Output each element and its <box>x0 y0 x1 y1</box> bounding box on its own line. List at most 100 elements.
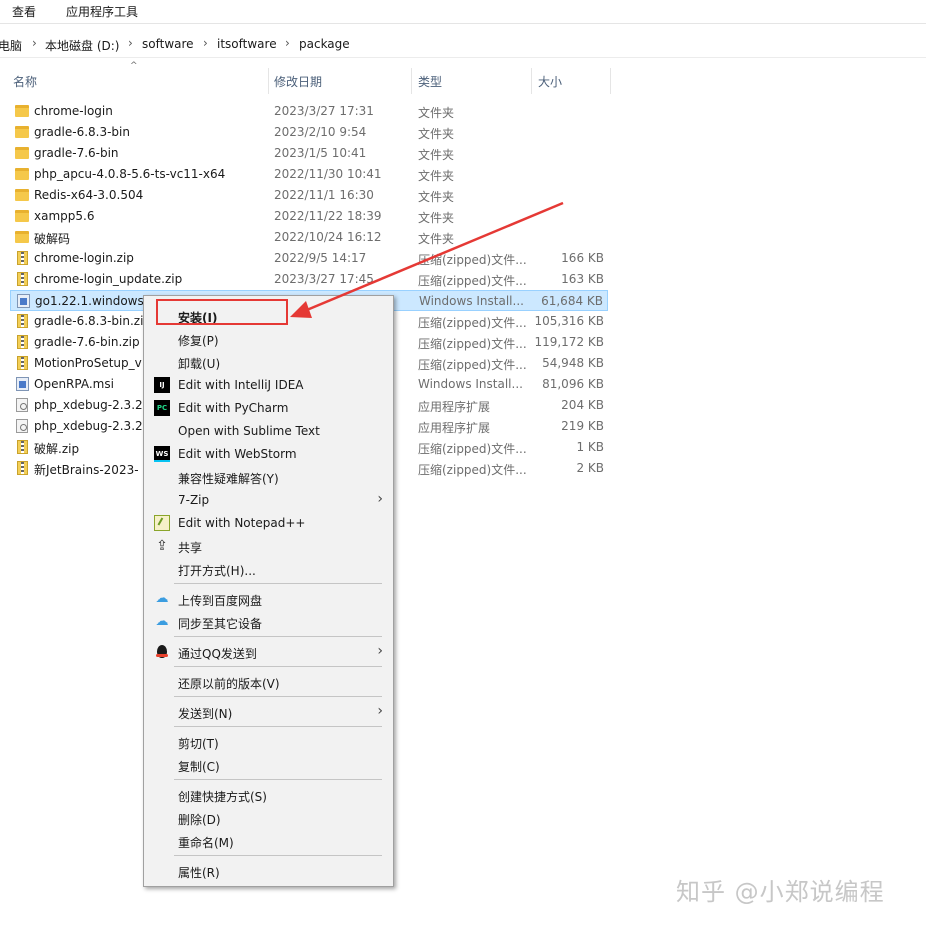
column-divider[interactable] <box>268 68 269 94</box>
file-name: OpenRPA.msi <box>34 377 114 391</box>
column-header-type[interactable]: 类型 <box>418 73 442 90</box>
menu-item-label: 还原以前的版本(V) <box>178 677 280 691</box>
watermark: 知乎 @小郑说编程 <box>676 878 885 906</box>
column-divider[interactable] <box>610 68 611 94</box>
menu-item-label: 删除(D) <box>178 813 221 827</box>
zip-icon <box>17 272 28 286</box>
file-size: 1 KB <box>576 440 604 454</box>
menu-item-edit-intellij[interactable]: IJ Edit with IntelliJ IDEA <box>144 374 393 396</box>
menu-item-upload-baidu[interactable]: ☁ 上传到百度网盘 <box>144 588 393 610</box>
file-date: 2022/11/22 18:39 <box>274 209 382 223</box>
menu-item-open-sublime[interactable]: Open with Sublime Text <box>144 420 393 442</box>
file-row[interactable]: gradle-7.6-bin 2023/1/5 10:41 文件夹 <box>10 143 608 164</box>
folder-icon <box>15 105 29 117</box>
folder-icon <box>15 189 29 201</box>
menu-separator <box>174 855 382 856</box>
file-date: 2023/3/27 17:45 <box>274 272 374 286</box>
file-name: gradle-6.8.3-bin <box>34 125 130 139</box>
breadcrumb-item-drive[interactable]: 本地磁盘 (D:) <box>45 37 119 54</box>
breadcrumb-item-software[interactable]: software <box>142 37 194 51</box>
file-type: 压缩(zipped)文件... <box>418 337 527 351</box>
column-header-name[interactable]: 名称 <box>13 73 37 90</box>
file-name: chrome-login <box>34 104 113 118</box>
menu-item-send-to[interactable]: 发送到(N) › <box>144 701 393 723</box>
file-row[interactable]: 破解码 2022/10/24 16:12 文件夹 <box>10 227 608 248</box>
chevron-right-icon[interactable]: › <box>32 36 37 50</box>
qq-icon <box>154 644 170 660</box>
file-name: Redis-x64-3.0.504 <box>34 188 144 202</box>
menu-item-label: 修复(P) <box>178 334 219 348</box>
menu-item-notepadpp[interactable]: Edit with Notepad++ <box>144 512 393 534</box>
column-divider[interactable] <box>531 68 532 94</box>
menu-item-open-with[interactable]: 打开方式(H)... <box>144 558 393 580</box>
menu-item-7zip[interactable]: 7-Zip › <box>144 489 393 511</box>
menu-item-edit-pycharm[interactable]: PC Edit with PyCharm <box>144 397 393 419</box>
file-date: 2022/11/30 10:41 <box>274 167 382 181</box>
file-row[interactable]: chrome-login 2023/3/27 17:31 文件夹 <box>10 101 608 122</box>
menu-item-compatibility[interactable]: 兼容性疑难解答(Y) <box>144 466 393 488</box>
file-name: gradle-7.6-bin.zip <box>34 335 140 349</box>
file-size: 166 KB <box>561 251 604 265</box>
menu-item-label: 卸载(U) <box>178 357 221 371</box>
menu-item-label: 属性(R) <box>178 866 220 880</box>
menu-item-sync-devices[interactable]: ☁ 同步至其它设备 <box>144 611 393 633</box>
file-row[interactable]: chrome-login_update.zip 2023/3/27 17:45 压缩… <box>10 269 608 290</box>
file-size: 219 KB <box>561 419 604 433</box>
file-date: 2022/10/24 16:12 <box>274 230 382 244</box>
ribbon-tab-app-tools[interactable]: 应用程序工具 <box>66 3 138 20</box>
file-type: 文件夹 <box>418 190 455 204</box>
context-menu: 安装(I) 修复(P) 卸载(U) IJ Edit with IntelliJ I… <box>143 295 394 887</box>
menu-item-copy[interactable]: 复制(C) <box>144 754 393 776</box>
sort-ascending-icon: ^ <box>130 61 138 71</box>
menu-item-label: Edit with IntelliJ IDEA <box>178 378 304 392</box>
menu-item-create-shortcut[interactable]: 创建快捷方式(S) <box>144 784 393 806</box>
menu-item-repair[interactable]: 修复(P) <box>144 328 393 350</box>
breadcrumb-item-package[interactable]: package <box>299 37 350 51</box>
menu-item-label: 重命名(M) <box>178 836 234 850</box>
column-header-date[interactable]: 修改日期 <box>274 73 322 90</box>
file-type: 文件夹 <box>418 148 455 162</box>
menu-item-label: 兼容性疑难解答(Y) <box>178 472 279 486</box>
chevron-right-icon[interactable]: › <box>203 36 208 50</box>
file-row[interactable]: php_apcu-4.0.8-5.6-ts-vc11-x64 2022/11/30… <box>10 164 608 185</box>
menu-item-restore-versions[interactable]: 还原以前的版本(V) <box>144 671 393 693</box>
breadcrumb-item-pc[interactable]: 电脑 <box>0 37 22 54</box>
file-type: Windows Install... <box>418 377 523 391</box>
file-name: php_apcu-4.0.8-5.6-ts-vc11-x64 <box>34 167 226 181</box>
column-header-size[interactable]: 大小 <box>538 73 562 90</box>
menu-item-properties[interactable]: 属性(R) <box>144 860 393 882</box>
column-divider[interactable] <box>411 68 412 94</box>
menu-item-edit-webstorm[interactable]: WS Edit with WebStorm <box>144 443 393 465</box>
file-type: 文件夹 <box>418 211 455 225</box>
menu-item-rename[interactable]: 重命名(M) <box>144 830 393 852</box>
file-date: 2022/9/5 14:17 <box>274 251 367 265</box>
file-row[interactable]: Redis-x64-3.0.504 2022/11/1 16:30 文件夹 <box>10 185 608 206</box>
chevron-right-icon[interactable]: › <box>285 36 290 50</box>
file-name: 破解.zip <box>34 442 80 456</box>
menu-item-label: Edit with WebStorm <box>178 447 297 461</box>
dll-extension-icon <box>16 398 28 412</box>
menu-item-share[interactable]: ⇪ 共享 <box>144 535 393 557</box>
zip-icon <box>17 461 28 475</box>
menu-item-uninstall[interactable]: 卸载(U) <box>144 351 393 373</box>
file-type: 压缩(zipped)文件... <box>418 316 527 330</box>
folder-icon <box>15 126 29 138</box>
folder-icon <box>15 210 29 222</box>
file-date: 2023/2/10 9:54 <box>274 125 367 139</box>
menu-item-cut[interactable]: 剪切(T) <box>144 731 393 753</box>
menu-item-delete[interactable]: 删除(D) <box>144 807 393 829</box>
file-name: gradle-6.8.3-bin.zip <box>34 314 152 328</box>
file-row[interactable]: chrome-login.zip 2022/9/5 14:17 压缩(zipped)… <box>10 248 608 269</box>
folder-icon <box>15 231 29 243</box>
file-row[interactable]: gradle-6.8.3-bin 2023/2/10 9:54 文件夹 <box>10 122 608 143</box>
ribbon-tab-view[interactable]: 查看 <box>12 3 36 20</box>
menu-item-label: 同步至其它设备 <box>178 617 263 631</box>
file-date: 2022/11/1 16:30 <box>274 188 374 202</box>
chevron-right-icon[interactable]: › <box>128 36 133 50</box>
file-type: 压缩(zipped)文件... <box>418 463 527 477</box>
file-size: 54,948 KB <box>542 356 604 370</box>
file-row[interactable]: xampp5.6 2022/11/22 18:39 文件夹 <box>10 206 608 227</box>
breadcrumb-item-itsoftware[interactable]: itsoftware <box>217 37 277 51</box>
msi-installer-icon <box>17 294 30 308</box>
menu-item-send-qq[interactable]: 通过QQ发送到 › <box>144 641 393 663</box>
